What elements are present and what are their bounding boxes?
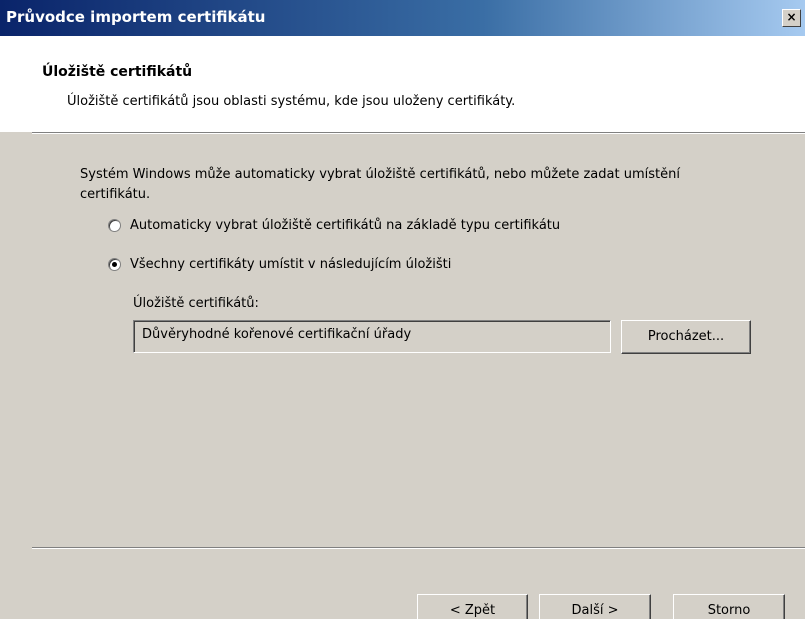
close-icon: × bbox=[786, 10, 797, 24]
window-title: Průvodce importem certifikátu bbox=[6, 8, 266, 26]
radio-auto-select-label[interactable]: Automaticky vybrat úložiště certifikátů … bbox=[130, 218, 560, 233]
next-button[interactable]: Další > bbox=[539, 594, 651, 619]
browse-button[interactable]: Procházet... bbox=[621, 320, 751, 354]
cancel-button[interactable]: Storno bbox=[673, 594, 785, 619]
radio-auto-select[interactable]: Automaticky vybrat úložiště certifikátů … bbox=[108, 218, 560, 233]
wizard-body bbox=[0, 132, 805, 619]
page-subtitle: Úložiště certifikátů jsou oblasti systém… bbox=[67, 94, 516, 109]
footer-divider bbox=[32, 547, 805, 549]
back-button[interactable]: < Zpět bbox=[417, 594, 528, 619]
store-field: Důvěryhodné kořenové certifikační úřady bbox=[133, 320, 611, 353]
title-bar[interactable]: Průvodce importem certifikátu × bbox=[0, 0, 805, 36]
radio-checked-icon[interactable] bbox=[108, 258, 121, 271]
header-divider bbox=[32, 132, 805, 134]
page-title: Úložiště certifikátů bbox=[42, 64, 193, 80]
radio-place-in-store-label[interactable]: Všechny certifikáty umístit v následujíc… bbox=[130, 257, 451, 272]
import-wizard-window: Průvodce importem certifikátu × Úložiště… bbox=[0, 0, 805, 619]
radio-place-in-store[interactable]: Všechny certifikáty umístit v následujíc… bbox=[108, 257, 451, 272]
wizard-header: Úložiště certifikátů Úložiště certifikát… bbox=[0, 36, 805, 132]
store-field-label: Úložiště certifikátů: bbox=[133, 296, 259, 311]
close-button[interactable]: × bbox=[782, 9, 801, 27]
intro-text: Systém Windows může automaticky vybrat ú… bbox=[80, 167, 680, 202]
radio-unchecked-icon[interactable] bbox=[108, 219, 121, 232]
